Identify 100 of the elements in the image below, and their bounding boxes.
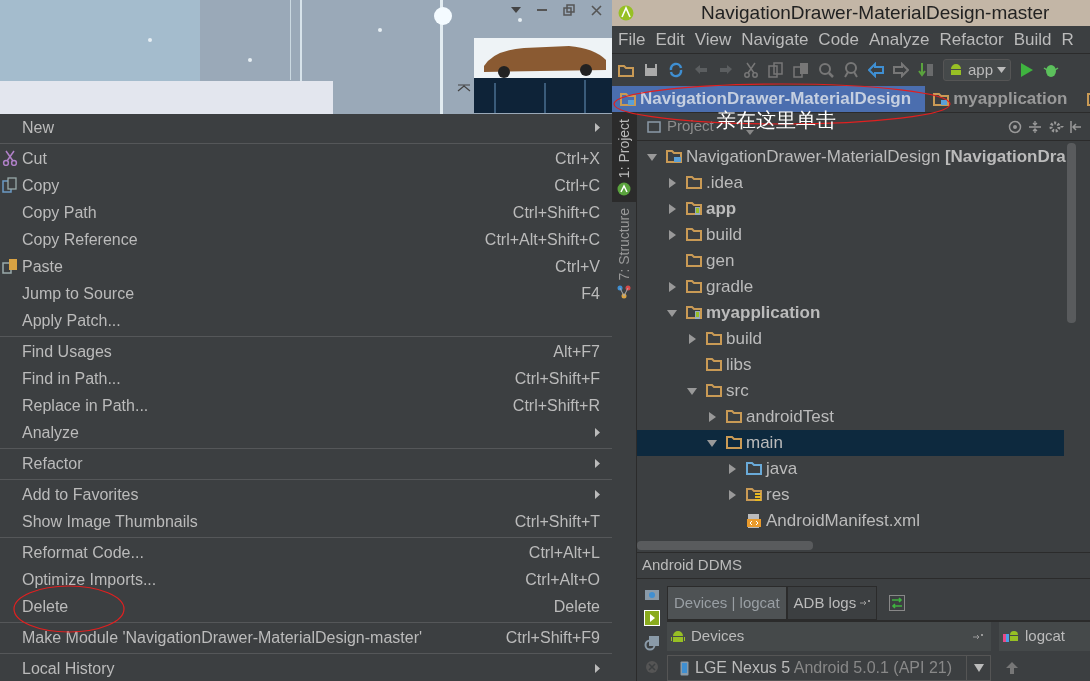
menu-bar-item[interactable]: Code: [818, 26, 859, 53]
module-folder-icon: [686, 305, 702, 321]
project-folder-icon: [666, 149, 682, 165]
tree-item[interactable]: src: [637, 378, 1064, 404]
copy-icon[interactable]: [768, 62, 784, 78]
scrollbar[interactable]: [1067, 143, 1076, 323]
collapsed-arrow-icon[interactable]: [727, 490, 737, 500]
collapsed-arrow-icon[interactable]: [667, 230, 677, 240]
phone-icon: [680, 660, 689, 676]
menu-bar-item[interactable]: File: [618, 26, 646, 53]
folder-icon: [686, 253, 702, 269]
tree-item[interactable]: .idea: [637, 170, 1064, 196]
menu-bar-item[interactable]: Edit: [655, 26, 685, 53]
tree-item[interactable]: build: [637, 222, 1064, 248]
pin-icon[interactable]: [973, 633, 983, 640]
folder-icon: [686, 227, 702, 243]
play-icon[interactable]: [644, 610, 660, 626]
forward-arrow-icon[interactable]: [893, 62, 909, 78]
tree-item[interactable]: gen: [637, 248, 1064, 274]
paste-icon[interactable]: [793, 62, 809, 78]
tree-item[interactable]: NavigationDrawer-MaterialDesign [NavigationDra: [637, 144, 1064, 170]
collapsed-arrow-icon[interactable]: [727, 464, 737, 474]
expanded-arrow-icon[interactable]: [687, 386, 697, 396]
tool-window-tab[interactable]: 7: Structure: [612, 202, 636, 305]
tab[interactable]: Devices | logcat: [667, 586, 787, 620]
build-icon[interactable]: [918, 62, 934, 78]
tree-item[interactable]: gradle: [637, 274, 1064, 300]
tree-item[interactable]: AndroidManifest.xml: [637, 508, 1064, 534]
caret-icon: [997, 67, 1007, 73]
menu-item[interactable]: Analyze: [0, 419, 612, 446]
menu-item[interactable]: Copy Ctrl+C: [0, 172, 612, 199]
menu-bar-item[interactable]: View: [694, 26, 732, 53]
sync-icon[interactable]: [668, 62, 684, 78]
back-arrow-icon[interactable]: [868, 62, 884, 78]
module-icon: [933, 92, 950, 106]
menu-bar-item[interactable]: Build: [1013, 26, 1052, 53]
menu-item[interactable]: Paste Ctrl+V: [0, 253, 612, 280]
collapsed-arrow-icon[interactable]: [667, 282, 677, 292]
menu-item[interactable]: Show Image Thumbnails Ctrl+Shift+T: [0, 508, 612, 535]
swap-icon[interactable]: [889, 595, 906, 611]
collapsed-arrow-icon[interactable]: [667, 204, 677, 214]
menu-item[interactable]: Copy Path Ctrl+Shift+C: [0, 199, 612, 226]
menu-item[interactable]: Find Usages Alt+F7: [0, 338, 612, 365]
tree-item[interactable]: build: [637, 326, 1064, 352]
settings-icon[interactable]: [1048, 119, 1064, 134]
caret-icon: [973, 664, 984, 672]
menu-item[interactable]: New: [0, 114, 612, 141]
expanded-arrow-icon[interactable]: [647, 152, 657, 162]
folder-icon[interactable]: [618, 62, 634, 78]
tool-window-tab[interactable]: 1: Project: [612, 113, 636, 203]
run-icon[interactable]: [1020, 62, 1035, 78]
tree-item[interactable]: main: [637, 430, 1064, 456]
tree-item[interactable]: myapplication: [637, 300, 1064, 326]
tab[interactable]: ADB logs: [786, 586, 878, 620]
menu-bar-item[interactable]: Analyze: [869, 26, 930, 53]
tree-item[interactable]: app: [637, 196, 1064, 222]
camera-icon[interactable]: [644, 587, 660, 601]
menu-item[interactable]: Reformat Code... Ctrl+Alt+L: [0, 539, 612, 566]
search-icon[interactable]: [818, 62, 834, 78]
save-icon[interactable]: [643, 62, 659, 78]
scissors-icon[interactable]: [743, 62, 759, 78]
menu-item[interactable]: Optimize Imports... Ctrl+Alt+O: [0, 566, 612, 593]
expanded-arrow-icon[interactable]: [707, 438, 717, 448]
menu-item[interactable]: Delete Delete: [0, 593, 612, 620]
tree-item[interactable]: res: [637, 482, 1064, 508]
tree-item[interactable]: androidTest: [637, 404, 1064, 430]
scissors-icon: [2, 150, 18, 166]
menu-item[interactable]: Refactor: [0, 450, 612, 477]
target-icon[interactable]: [1008, 119, 1022, 134]
menu-item[interactable]: Replace in Path... Ctrl+Shift+R: [0, 392, 612, 419]
menu-item[interactable]: Cut Ctrl+X: [0, 145, 612, 172]
menu-item[interactable]: Copy Reference Ctrl+Alt+Shift+C: [0, 226, 612, 253]
screen-capture-icon[interactable]: [644, 635, 660, 651]
menu-bar-item[interactable]: Navigate: [741, 26, 809, 53]
pin-icon: [860, 600, 871, 606]
tree-item[interactable]: libs: [637, 352, 1064, 378]
menu-item[interactable]: Apply Patch...: [0, 307, 612, 334]
run-config-dropdown[interactable]: app: [943, 59, 1012, 81]
hide-panel-icon[interactable]: [1070, 119, 1082, 134]
menu-item[interactable]: Make Module 'NavigationDrawer-MaterialDesign-master' Ctrl+Shift+F9: [0, 624, 612, 651]
collapsed-arrow-icon[interactable]: [687, 334, 697, 344]
expanded-arrow-icon[interactable]: [667, 308, 677, 318]
scrollbar[interactable]: [637, 541, 813, 550]
android-studio-icon: [618, 5, 634, 21]
window-title: NavigationDrawer-MaterialDesign-master: [701, 0, 1050, 25]
menu-bar-item[interactable]: R: [1061, 26, 1074, 53]
collapsed-arrow-icon[interactable]: [707, 412, 717, 422]
device-dropdown[interactable]: LGE Nexus 5 Android 5.0.1 (API 21): [667, 655, 991, 681]
menu-item[interactable]: Add to Favorites: [0, 481, 612, 508]
panel-title: Project: [667, 116, 714, 137]
menu-item[interactable]: Local History: [0, 655, 612, 681]
bug-icon[interactable]: [1043, 62, 1060, 78]
menu-item[interactable]: Jump to Source F4: [0, 280, 612, 307]
collapse-all-icon[interactable]: [1028, 119, 1042, 134]
tree-item[interactable]: java: [637, 456, 1064, 482]
menu-bar-item[interactable]: Refactor: [939, 26, 1004, 53]
collapsed-arrow-icon[interactable]: [667, 178, 677, 188]
breadcrumb[interactable]: myapplication: [925, 86, 1082, 112]
menu-item[interactable]: Find in Path... Ctrl+Shift+F: [0, 365, 612, 392]
folder-icon: [706, 383, 722, 399]
